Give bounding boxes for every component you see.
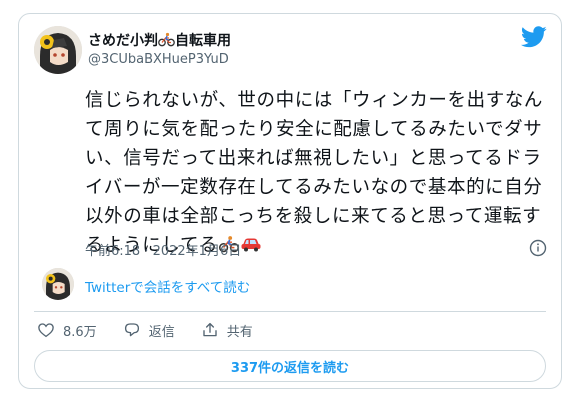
share-icon: [203, 322, 217, 337]
tweet-text-body: 信じられないが、世の中には「ウィンカーを出すなんて周りに気を配ったり安全に配慮し…: [85, 90, 544, 256]
like-button[interactable]: 8.6万: [37, 321, 97, 340]
bicycle-emoji-icon: [158, 32, 175, 51]
display-name-text: さめだ小判: [88, 33, 158, 49]
avatar-image: [34, 26, 82, 74]
embedded-tweet-card[interactable]: さめだ小判 自転車用 @3CUbaBXHueP3YuD 信じられないが、世の中には…: [18, 13, 562, 389]
tweet-timestamp[interactable]: 午前6:18 · 2022年1月6日: [85, 240, 241, 259]
speech-bubble-icon: [124, 323, 139, 337]
share-button[interactable]: 共有: [201, 321, 253, 340]
thread-avatar-image: [42, 268, 74, 300]
read-replies-label: 337件の返信を読む: [230, 360, 350, 376]
info-icon[interactable]: [529, 239, 547, 257]
reply-label: 返信: [148, 324, 175, 340]
thread-avatar[interactable]: [42, 268, 74, 300]
read-conversation-link[interactable]: Twitterで会話をすべて読む: [85, 276, 250, 296]
twitter-bird-icon[interactable]: [520, 26, 547, 48]
car-emoji-icon: [240, 233, 262, 262]
heart-icon: [38, 323, 54, 338]
display-name-suffix: 自転車用: [175, 33, 231, 49]
author-avatar[interactable]: [34, 26, 82, 74]
share-label: 共有: [226, 324, 253, 340]
like-count: 8.6万: [63, 324, 97, 340]
divider: [34, 311, 546, 312]
tweet-actions: 8.6万 返信 共有: [37, 318, 279, 342]
reply-button[interactable]: 返信: [123, 321, 175, 340]
read-replies-button[interactable]: 337件の返信を読む: [34, 350, 546, 382]
author-handle[interactable]: @3CUbaBXHueP3YuD: [88, 52, 229, 67]
author-display-name[interactable]: さめだ小判 自転車用: [88, 30, 231, 51]
tweet-text: 信じられないが、世の中には「ウィンカーを出すなんて周りに気を配ったり安全に配慮し…: [85, 86, 557, 262]
